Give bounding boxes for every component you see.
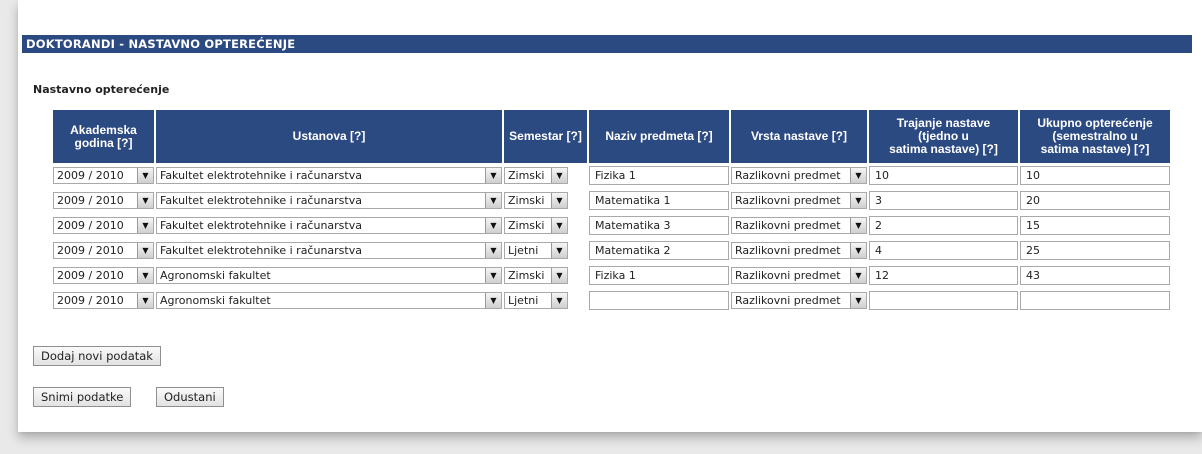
column-header-total-load: Ukupno opterećenje (semestralno u satima n… (1020, 110, 1170, 163)
course-name-input[interactable]: Fizika 1 (589, 266, 729, 285)
save-button[interactable]: Snimi podatke (33, 387, 132, 407)
total-load-input[interactable]: 20 (1020, 191, 1170, 210)
table-row: 2009 / 2010 ▼ Agronomski fakultet ▼ Ljetni ▼ R… (53, 288, 1170, 313)
table-row: 2009 / 2010 ▼ Agronomski fakultet ▼ Zimski ▼ F… (53, 263, 1170, 288)
chevron-down-icon[interactable]: ▼ (551, 193, 567, 208)
teaching-load-table: Akademska godina [?] Ustanova [?] Semesta… (51, 110, 1172, 313)
total-load-input[interactable]: 15 (1020, 216, 1170, 235)
institution-select[interactable]: Fakultet elektrotehnike i računarstva ▼ (156, 242, 502, 259)
academic-year-select[interactable]: 2009 / 2010 ▼ (53, 192, 154, 209)
total-load-input[interactable]: 43 (1020, 266, 1170, 285)
column-header-institution: Ustanova [?] (156, 110, 502, 163)
chevron-down-icon[interactable]: ▼ (850, 168, 866, 183)
chevron-down-icon[interactable]: ▼ (485, 193, 501, 208)
weekly-duration-input[interactable]: 12 (869, 266, 1018, 285)
academic-year-select[interactable]: 2009 / 2010 ▼ (53, 242, 154, 259)
column-header-teaching-type: Vrsta nastave [?] (731, 110, 867, 163)
teaching-type-select[interactable]: Razlikovni predmet ▼ (731, 217, 867, 234)
institution-select[interactable]: Fakultet elektrotehnike i računarstva ▼ (156, 192, 502, 209)
table-header-row: Akademska godina [?] Ustanova [?] Semesta… (53, 110, 1170, 163)
weekly-duration-input[interactable]: 10 (869, 166, 1018, 185)
teaching-type-select[interactable]: Razlikovni predmet ▼ (731, 167, 867, 184)
academic-year-select[interactable]: 2009 / 2010 ▼ (53, 292, 154, 309)
semester-select[interactable]: Zimski ▼ (504, 192, 568, 209)
chevron-down-icon[interactable]: ▼ (485, 268, 501, 283)
add-new-entry-button[interactable]: Dodaj novi podatak (33, 346, 161, 366)
teaching-type-select[interactable]: Razlikovni predmet ▼ (731, 292, 867, 309)
chevron-down-icon[interactable]: ▼ (137, 218, 153, 233)
teaching-type-select[interactable]: Razlikovni predmet ▼ (731, 192, 867, 209)
chevron-down-icon[interactable]: ▼ (137, 268, 153, 283)
cancel-button[interactable]: Odustani (156, 387, 224, 407)
institution-select[interactable]: Fakultet elektrotehnike i računarstva ▼ (156, 167, 502, 184)
chevron-down-icon[interactable]: ▼ (485, 168, 501, 183)
weekly-duration-input[interactable] (869, 291, 1018, 310)
semester-select[interactable]: Ljetni ▼ (504, 242, 568, 259)
chevron-down-icon[interactable]: ▼ (551, 168, 567, 183)
chevron-down-icon[interactable]: ▼ (485, 243, 501, 258)
table-row: 2009 / 2010 ▼ Fakultet elektrotehnike i ra… (53, 188, 1170, 213)
semester-select[interactable]: Ljetni ▼ (504, 292, 568, 309)
academic-year-select[interactable]: 2009 / 2010 ▼ (53, 217, 154, 234)
chevron-down-icon[interactable]: ▼ (485, 218, 501, 233)
chevron-down-icon[interactable]: ▼ (137, 168, 153, 183)
semester-select[interactable]: Zimski ▼ (504, 267, 568, 284)
weekly-duration-input[interactable]: 4 (869, 241, 1018, 260)
course-name-input[interactable]: Fizika 1 (589, 166, 729, 185)
chevron-down-icon[interactable]: ▼ (551, 293, 567, 308)
chevron-down-icon[interactable]: ▼ (551, 243, 567, 258)
academic-year-select[interactable]: 2009 / 2010 ▼ (53, 167, 154, 184)
chevron-down-icon[interactable]: ▼ (850, 218, 866, 233)
column-header-semester: Semestar [?] (504, 110, 587, 163)
total-load-input[interactable] (1020, 291, 1170, 310)
teaching-type-select[interactable]: Razlikovni predmet ▼ (731, 242, 867, 259)
total-load-input[interactable]: 25 (1020, 241, 1170, 260)
chevron-down-icon[interactable]: ▼ (850, 243, 866, 258)
column-header-weekly-duration: Trajanje nastave (tjedno u satima nastave)… (869, 110, 1018, 163)
institution-select[interactable]: Agronomski fakultet ▼ (156, 292, 502, 309)
chevron-down-icon[interactable]: ▼ (485, 293, 501, 308)
chevron-down-icon[interactable]: ▼ (551, 268, 567, 283)
section-title: Nastavno opterećenje (33, 83, 170, 96)
chevron-down-icon[interactable]: ▼ (137, 243, 153, 258)
page-title: DOKTORANDI - NASTAVNO OPTEREĆENJE (22, 35, 1192, 53)
chevron-down-icon[interactable]: ▼ (850, 268, 866, 283)
table-row: 2009 / 2010 ▼ Fakultet elektrotehnike i ra… (53, 238, 1170, 263)
course-name-input[interactable]: Matematika 2 (589, 241, 729, 260)
chevron-down-icon[interactable]: ▼ (551, 218, 567, 233)
table-row: 2009 / 2010 ▼ Fakultet elektrotehnike i ra… (53, 213, 1170, 238)
table-row: 2009 / 2010 ▼ Fakultet elektrotehnike i ra… (53, 163, 1170, 188)
semester-select[interactable]: Zimski ▼ (504, 217, 568, 234)
semester-select[interactable]: Zimski ▼ (504, 167, 568, 184)
weekly-duration-input[interactable]: 3 (869, 191, 1018, 210)
weekly-duration-input[interactable]: 2 (869, 216, 1018, 235)
course-name-input[interactable]: Matematika 1 (589, 191, 729, 210)
chevron-down-icon[interactable]: ▼ (137, 293, 153, 308)
course-name-input[interactable]: Matematika 3 (589, 216, 729, 235)
chevron-down-icon[interactable]: ▼ (850, 293, 866, 308)
column-header-course-name: Naziv predmeta [?] (589, 110, 729, 163)
chevron-down-icon[interactable]: ▼ (137, 193, 153, 208)
column-header-academic-year: Akademska godina [?] (53, 110, 154, 163)
course-name-input[interactable] (589, 291, 729, 310)
institution-select[interactable]: Fakultet elektrotehnike i računarstva ▼ (156, 217, 502, 234)
total-load-input[interactable]: 10 (1020, 166, 1170, 185)
teaching-type-select[interactable]: Razlikovni predmet ▼ (731, 267, 867, 284)
chevron-down-icon[interactable]: ▼ (850, 193, 866, 208)
institution-select[interactable]: Agronomski fakultet ▼ (156, 267, 502, 284)
academic-year-select[interactable]: 2009 / 2010 ▼ (53, 267, 154, 284)
